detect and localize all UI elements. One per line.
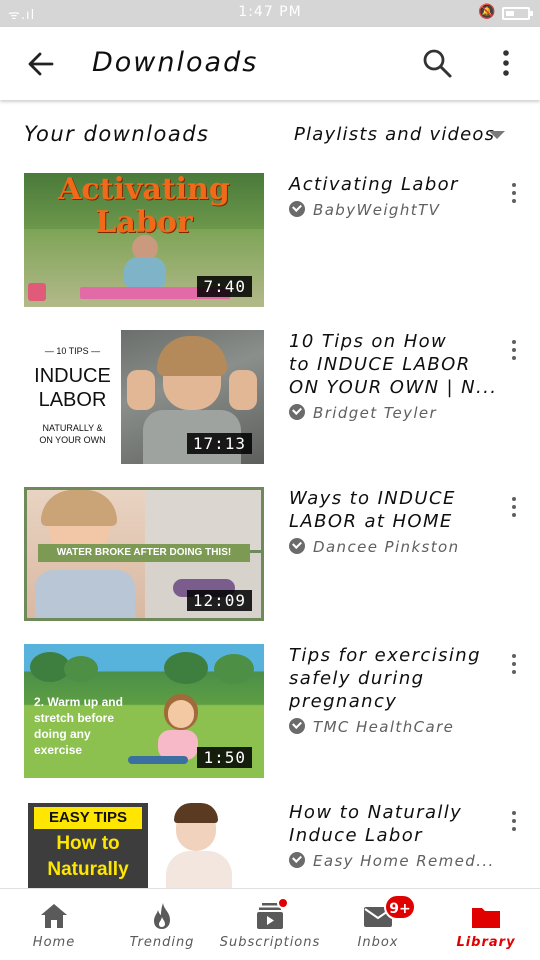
your-downloads-heading: Your downloads [24,122,210,146]
verified-check-icon [289,538,305,554]
nav-home[interactable]: Home [0,889,108,960]
flame-icon [154,903,170,929]
channel-name[interactable]: Bridget Teyler [289,404,437,422]
video-duration: 1:50 [197,747,252,768]
app-bar: Downloads [0,27,540,100]
bottom-navigation: Home Trending Subscriptions Inbox Librar… [0,888,540,960]
video-title[interactable]: Tips for exercising safely during pregna… [289,644,480,713]
video-item[interactable]: — 10 TIPS — INDUCE LABOR NATURALLY & ON … [0,330,540,464]
inbox-badge: 9+ [384,894,416,920]
thumbnail-caption: 2. Warm up and stretch before doing any … [34,695,123,757]
verified-check-icon [289,718,305,734]
folder-icon [472,908,500,928]
status-bar: ᯤ.ıl 1:47 PM 🔕 [0,0,540,27]
search-icon[interactable] [421,47,453,79]
verified-check-icon [289,404,305,420]
dropdown-caret-icon[interactable] [489,131,505,139]
subscriptions-notification-dot [277,897,289,909]
video-title[interactable]: Activating Labor [289,173,479,196]
section-header: Your downloads Playlists and videos [0,120,540,152]
mute-bell-icon: 🔕 [478,4,496,20]
nav-subscriptions[interactable]: Subscriptions [216,889,324,960]
video-duration: 17:13 [186,433,252,454]
video-item[interactable]: 2. Warm up and stretch before doing any … [0,644,540,778]
battery-icon [502,7,533,20]
video-title[interactable]: Ways to INDUCE LABOR at HOME [289,487,479,533]
video-menu-icon[interactable] [508,497,520,521]
nav-trending[interactable]: Trending [108,889,216,960]
back-arrow-icon[interactable] [26,49,56,79]
channel-name[interactable]: Dancee Pinkston [289,538,460,556]
more-options-icon[interactable] [496,47,516,79]
video-duration: 7:40 [197,276,252,297]
video-thumbnail[interactable]: Activating Labor 7:40 [24,173,264,307]
video-title[interactable]: How to Naturally Induce Labor [289,801,479,847]
page-title: Downloads [92,47,259,78]
video-thumbnail[interactable]: — 10 TIPS — INDUCE LABOR NATURALLY & ON … [24,330,264,464]
channel-name[interactable]: Easy Home Remed... [289,852,495,870]
thumbnail-title-text: EASY TIPS How to Naturally [28,807,148,883]
verified-check-icon [289,852,305,868]
video-menu-icon[interactable] [508,654,520,678]
home-icon [41,904,67,928]
channel-name[interactable]: BabyWeightTV [289,201,440,219]
video-thumbnail[interactable]: 2. Warm up and stretch before doing any … [24,644,264,778]
video-title[interactable]: 10 Tips on How to INDUCE LABOR ON YOUR O… [289,330,496,399]
verified-check-icon [289,201,305,217]
video-menu-icon[interactable] [508,811,520,835]
nav-library[interactable]: Library [432,889,540,960]
nav-inbox[interactable]: Inbox [324,889,432,960]
thumbnail-title-text: — 10 TIPS — INDUCE LABOR NATURALLY & ON … [34,346,111,445]
video-item[interactable]: Activating Labor 7:40 Activating Labor B… [0,173,540,307]
clock: 1:47 PM [238,4,302,20]
video-thumbnail[interactable]: WATER BROKE AFTER DOING THIS! 12:09 [24,487,264,621]
video-menu-icon[interactable] [508,183,520,207]
playlists-and-videos-dropdown[interactable]: Playlists and videos [294,124,495,145]
video-menu-icon[interactable] [508,340,520,364]
thumbnail-title-text: Activating Labor [58,173,230,240]
video-duration: 12:09 [186,590,252,611]
channel-logo-icon [28,283,46,301]
thumbnail-caption: WATER BROKE AFTER DOING THIS! [38,544,250,562]
video-item[interactable]: WATER BROKE AFTER DOING THIS! 12:09 Ways… [0,487,540,621]
channel-name[interactable]: TMC HealthCare [289,718,454,736]
